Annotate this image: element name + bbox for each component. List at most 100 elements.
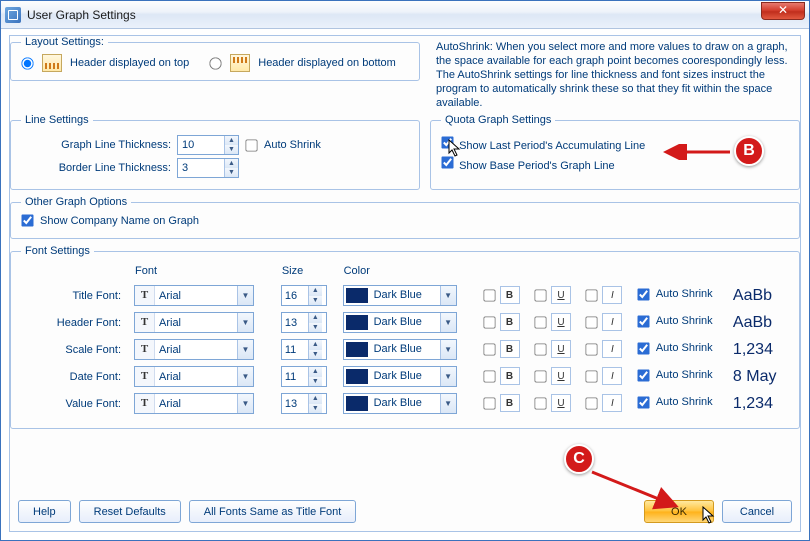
underline-toggle[interactable]: U: [551, 367, 571, 385]
dropdown-arrow-icon[interactable]: ▼: [237, 367, 253, 386]
font-size-select[interactable]: ▲▼: [281, 339, 327, 360]
bold-toggle[interactable]: B: [500, 313, 520, 331]
spin-down-icon[interactable]: ▼: [225, 168, 238, 177]
spin-down-icon[interactable]: ▼: [225, 145, 238, 154]
radio-header-top-input[interactable]: [21, 57, 33, 69]
help-button[interactable]: Help: [18, 500, 71, 523]
bold-check[interactable]: [483, 397, 495, 409]
italic-check[interactable]: [586, 370, 598, 382]
bold-check[interactable]: [483, 343, 495, 355]
font-size-select[interactable]: ▲▼: [281, 393, 327, 414]
spin-up-icon[interactable]: ▲: [309, 286, 322, 296]
line-autoshrink-input[interactable]: [245, 139, 257, 151]
underline-toggle[interactable]: U: [551, 313, 571, 331]
italic-check[interactable]: [586, 343, 598, 355]
bold-toggle[interactable]: B: [500, 394, 520, 412]
graph-line-thickness-field[interactable]: [178, 136, 224, 154]
font-color-select[interactable]: Dark Blue▼: [343, 393, 457, 414]
spin-up-icon[interactable]: ▲: [309, 340, 322, 350]
font-color-select[interactable]: Dark Blue▼: [343, 339, 457, 360]
underline-check[interactable]: [534, 289, 546, 301]
spin-down-icon[interactable]: ▼: [309, 296, 322, 306]
spin-down-icon[interactable]: ▼: [309, 350, 322, 360]
spin-up-icon[interactable]: ▲: [309, 394, 322, 404]
italic-toggle[interactable]: I: [602, 340, 622, 358]
spin-down-icon[interactable]: ▼: [309, 377, 322, 387]
show-base-period-input[interactable]: [441, 156, 453, 168]
spin-up-icon[interactable]: ▲: [225, 159, 238, 168]
bold-check[interactable]: [483, 289, 495, 301]
spin-up-icon[interactable]: ▲: [225, 136, 238, 145]
font-size-select[interactable]: ▲▼: [281, 366, 327, 387]
font-autoshrink-check[interactable]: Auto Shrink: [637, 315, 713, 328]
font-name-select[interactable]: TArial▼: [134, 339, 254, 360]
dropdown-arrow-icon[interactable]: ▼: [237, 394, 253, 413]
font-autoshrink-check[interactable]: Auto Shrink: [637, 288, 713, 301]
show-company-check[interactable]: Show Company Name on Graph: [21, 214, 199, 227]
spin-down-icon[interactable]: ▼: [309, 404, 322, 414]
radio-header-bottom-input[interactable]: [210, 57, 222, 69]
close-button[interactable]: ✕: [761, 2, 805, 20]
bold-check[interactable]: [483, 370, 495, 382]
cancel-button[interactable]: Cancel: [722, 500, 792, 523]
font-name-select[interactable]: TArial▼: [134, 393, 254, 414]
dropdown-arrow-icon[interactable]: ▼: [440, 286, 456, 305]
bold-toggle[interactable]: B: [500, 340, 520, 358]
underline-toggle[interactable]: U: [551, 286, 571, 304]
font-autoshrink-input[interactable]: [637, 396, 649, 408]
dropdown-arrow-icon[interactable]: ▼: [440, 367, 456, 386]
dropdown-arrow-icon[interactable]: ▼: [237, 286, 253, 305]
bold-toggle[interactable]: B: [500, 367, 520, 385]
font-color-select[interactable]: Dark Blue▼: [343, 312, 457, 333]
italic-check[interactable]: [586, 289, 598, 301]
italic-toggle[interactable]: I: [602, 286, 622, 304]
spin-down-icon[interactable]: ▼: [309, 323, 322, 333]
dropdown-arrow-icon[interactable]: ▼: [440, 313, 456, 332]
font-autoshrink-input[interactable]: [637, 369, 649, 381]
graph-line-thickness-input[interactable]: ▲▼: [177, 135, 239, 155]
font-autoshrink-check[interactable]: Auto Shrink: [637, 396, 713, 409]
italic-check[interactable]: [586, 316, 598, 328]
font-name-select[interactable]: TArial▼: [134, 285, 254, 306]
line-autoshrink-check[interactable]: Auto Shrink: [245, 139, 321, 152]
font-autoshrink-check[interactable]: Auto Shrink: [637, 369, 713, 382]
radio-header-top[interactable]: Header displayed on top: [21, 54, 189, 72]
font-color-select[interactable]: Dark Blue▼: [343, 285, 457, 306]
border-line-thickness-input[interactable]: ▲▼: [177, 158, 239, 178]
underline-check[interactable]: [534, 343, 546, 355]
font-autoshrink-input[interactable]: [637, 288, 649, 300]
spin-up-icon[interactable]: ▲: [309, 313, 322, 323]
italic-toggle[interactable]: I: [602, 394, 622, 412]
italic-check[interactable]: [586, 397, 598, 409]
font-name-select[interactable]: TArial▼: [134, 312, 254, 333]
all-fonts-same-button[interactable]: All Fonts Same as Title Font: [189, 500, 357, 523]
underline-toggle[interactable]: U: [551, 394, 571, 412]
show-last-period-input[interactable]: [441, 136, 453, 148]
dropdown-arrow-icon[interactable]: ▼: [440, 340, 456, 359]
font-autoshrink-check[interactable]: Auto Shrink: [637, 342, 713, 355]
bold-check[interactable]: [483, 316, 495, 328]
underline-check[interactable]: [534, 397, 546, 409]
font-autoshrink-input[interactable]: [637, 315, 649, 327]
border-line-thickness-field[interactable]: [178, 159, 224, 177]
font-size-select[interactable]: ▲▼: [281, 285, 327, 306]
font-size-field[interactable]: [282, 340, 308, 359]
italic-toggle[interactable]: I: [602, 367, 622, 385]
font-name-select[interactable]: TArial▼: [134, 366, 254, 387]
font-size-field[interactable]: [282, 286, 308, 305]
font-size-field[interactable]: [282, 394, 308, 413]
underline-check[interactable]: [534, 316, 546, 328]
font-size-field[interactable]: [282, 367, 308, 386]
dropdown-arrow-icon[interactable]: ▼: [440, 394, 456, 413]
font-color-select[interactable]: Dark Blue▼: [343, 366, 457, 387]
dropdown-arrow-icon[interactable]: ▼: [237, 340, 253, 359]
dropdown-arrow-icon[interactable]: ▼: [237, 313, 253, 332]
font-size-field[interactable]: [282, 313, 308, 332]
radio-header-bottom[interactable]: Header displayed on bottom: [209, 54, 396, 72]
underline-check[interactable]: [534, 370, 546, 382]
reset-defaults-button[interactable]: Reset Defaults: [79, 500, 181, 523]
underline-toggle[interactable]: U: [551, 340, 571, 358]
font-size-select[interactable]: ▲▼: [281, 312, 327, 333]
show-company-input[interactable]: [21, 214, 33, 226]
bold-toggle[interactable]: B: [500, 286, 520, 304]
